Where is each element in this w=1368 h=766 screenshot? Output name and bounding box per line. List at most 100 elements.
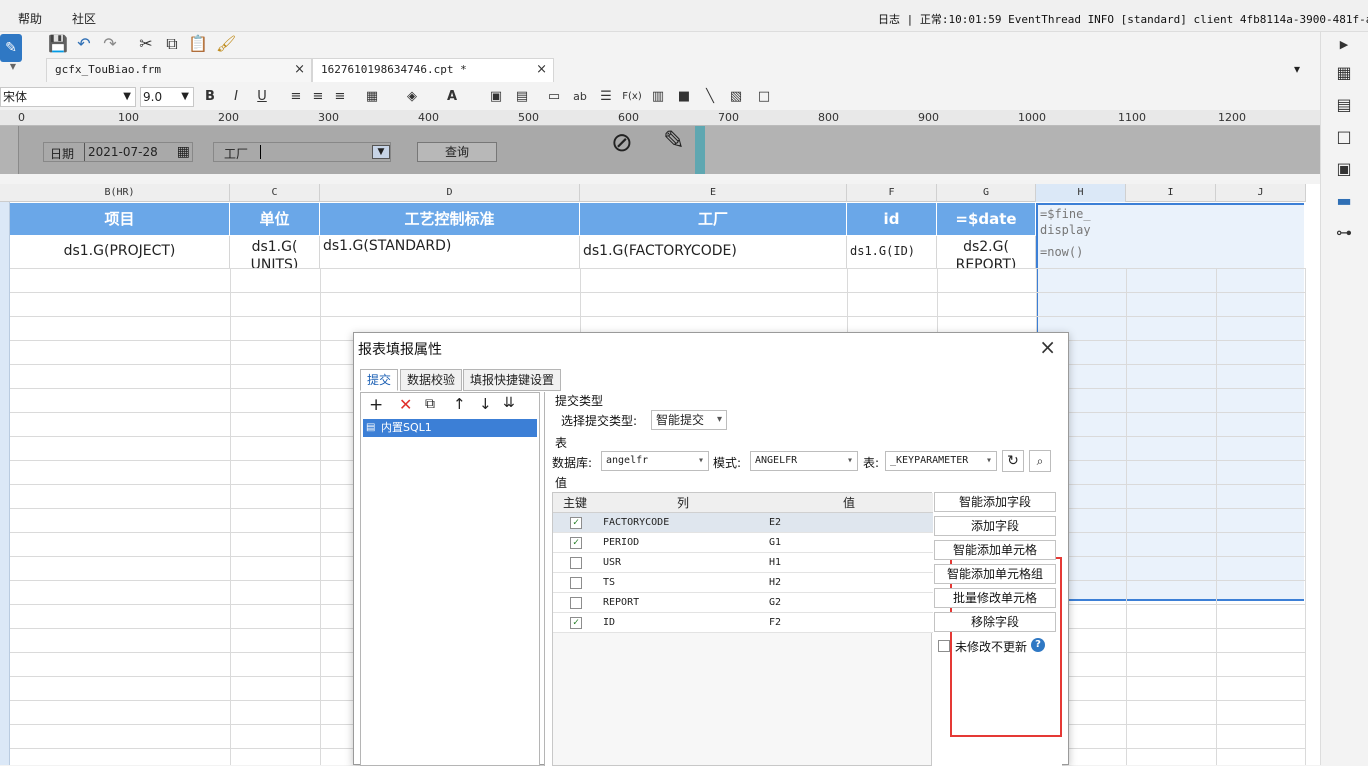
row-value[interactable]: H2: [769, 573, 781, 593]
tab-menu-icon[interactable]: ▾: [1294, 62, 1300, 76]
query-button[interactable]: 查询: [417, 142, 497, 162]
tab-frm[interactable]: gcfx_TouBiao.frm ×: [46, 58, 312, 82]
column-header[interactable]: D: [320, 184, 580, 202]
table-row[interactable]: USR H1: [553, 553, 933, 573]
header-cell[interactable]: 工艺控制标准: [320, 203, 580, 235]
link-icon[interactable]: ▭: [544, 87, 564, 107]
italic-button[interactable]: I: [226, 87, 246, 107]
data-cell[interactable]: ds1.G(STANDARD): [320, 236, 580, 268]
tab-validation[interactable]: 数据校验: [400, 369, 463, 391]
no-update-checkbox[interactable]: [938, 640, 950, 652]
row-value[interactable]: G2: [769, 593, 781, 613]
float-attr-icon[interactable]: □: [1333, 126, 1355, 148]
header-cell[interactable]: 工厂: [580, 203, 847, 235]
checkbox[interactable]: [570, 597, 582, 609]
delete-icon[interactable]: ✕: [399, 395, 412, 414]
column-header[interactable]: F: [847, 184, 937, 202]
cell-selection[interactable]: [1036, 203, 1304, 601]
table-row[interactable]: ✓ PERIOD G1: [553, 533, 933, 553]
submit-type-select[interactable]: 智能提交 ▾: [651, 410, 727, 430]
tab-submit[interactable]: 提交: [360, 369, 399, 391]
form-attr-icon[interactable]: ▤: [1333, 94, 1355, 116]
align-center-icon[interactable]: ≡: [308, 87, 328, 107]
subreport-icon[interactable]: ▧: [726, 87, 746, 107]
column-header[interactable]: H: [1036, 184, 1126, 202]
close-icon[interactable]: ×: [1039, 335, 1056, 359]
column-header[interactable]: E: [580, 184, 847, 202]
save-icon[interactable]: 💾: [48, 34, 68, 54]
header-cell[interactable]: 单位: [230, 203, 320, 235]
tree-item-sql[interactable]: ▤ 内置SQL1: [363, 419, 537, 437]
row-value[interactable]: G1: [769, 533, 781, 553]
slash-icon[interactable]: ╲: [700, 87, 720, 107]
smart-add-cell-button[interactable]: 智能添加单元格: [934, 540, 1056, 560]
underline-button[interactable]: U: [252, 87, 272, 107]
data-cell[interactable]: ds1.G(FACTORYCODE): [580, 236, 847, 268]
formula-icon[interactable]: F(x): [620, 87, 644, 107]
cell-attr-icon[interactable]: ▦: [1333, 62, 1355, 84]
add-icon[interactable]: +: [369, 395, 383, 415]
preview-icon[interactable]: ⌕: [1029, 450, 1051, 472]
menu-community[interactable]: 社区: [72, 10, 96, 27]
move-down-icon[interactable]: ↓: [479, 395, 492, 413]
copy-icon[interactable]: ⧉: [425, 396, 435, 412]
expand-arrow-icon[interactable]: ▶: [1333, 34, 1355, 56]
table-row[interactable]: ✓ ID F2: [553, 613, 933, 633]
mode-select[interactable]: ANGELFR ▾: [750, 451, 858, 471]
column-header[interactable]: I: [1126, 184, 1216, 202]
widget-attr-icon[interactable]: ▣: [1333, 158, 1355, 180]
column-header[interactable]: C: [230, 184, 320, 202]
edit-pencil-icon[interactable]: ✎: [663, 126, 685, 156]
align-right-icon[interactable]: ≡: [330, 87, 350, 107]
batch-modify-cell-button[interactable]: 批量修改单元格: [934, 588, 1056, 608]
font-size-select[interactable]: 9.0 ▼: [140, 87, 194, 107]
date-field[interactable]: 2021-07-28: [84, 143, 164, 161]
sort-icon[interactable]: ⇊: [503, 395, 515, 411]
designer-logo-icon[interactable]: ✎ ▼: [0, 34, 26, 74]
refresh-icon[interactable]: ↻: [1002, 450, 1024, 472]
table-row[interactable]: REPORT G2: [553, 593, 933, 613]
factory-widget[interactable]: 工厂 ▼: [213, 142, 391, 162]
checkbox[interactable]: [570, 557, 582, 569]
remove-field-button[interactable]: 移除字段: [934, 612, 1056, 632]
row-value[interactable]: F2: [769, 613, 781, 633]
data-cell[interactable]: ds1.G(PROJECT): [10, 236, 230, 268]
header-cell[interactable]: id: [847, 203, 937, 235]
data-cell[interactable]: ds2.G( REPORT): [937, 236, 1036, 268]
column-header[interactable]: G: [937, 184, 1036, 202]
undo-icon[interactable]: ↶: [74, 34, 94, 54]
header-cell[interactable]: =$date: [937, 203, 1036, 235]
db-select[interactable]: angelfr ▾: [601, 451, 709, 471]
smart-add-cell-group-button[interactable]: 智能添加单元格组: [934, 564, 1056, 584]
formula-cell[interactable]: =$fine_ display: [1040, 206, 1120, 236]
checkbox-checked[interactable]: ✓: [570, 537, 582, 549]
checkbox[interactable]: [570, 577, 582, 589]
bold-button[interactable]: B: [200, 87, 220, 107]
menu-help[interactable]: 帮助: [18, 10, 42, 27]
copy-icon[interactable]: ⧉: [162, 34, 182, 54]
dropdown-icon[interactable]: ▼: [372, 145, 390, 159]
add-field-button[interactable]: 添加字段: [934, 516, 1056, 536]
table-row[interactable]: TS H2: [553, 573, 933, 593]
tab-cpt[interactable]: 1627610198634746.cpt * ×: [312, 58, 554, 82]
richtext-icon[interactable]: ☰: [596, 87, 616, 107]
column-header[interactable]: B(HR): [10, 184, 230, 202]
help-icon[interactable]: ?: [1031, 638, 1045, 652]
table-row[interactable]: ✓ FACTORYCODE E2: [553, 513, 933, 533]
float-element-icon[interactable]: □: [754, 87, 774, 107]
data-cell[interactable]: ds1.G( UNITS): [230, 236, 320, 268]
grid-icon[interactable]: ▤: [512, 87, 532, 107]
smart-add-field-button[interactable]: 智能添加字段: [934, 492, 1056, 512]
font-family-select[interactable]: 宋体 ▼: [0, 87, 136, 107]
align-left-icon[interactable]: ≡: [286, 87, 306, 107]
chart-icon[interactable]: ▥: [648, 87, 668, 107]
fill-color-icon[interactable]: ◈: [402, 87, 422, 107]
calendar-icon[interactable]: ▦: [177, 144, 190, 160]
redo-icon[interactable]: ↷: [100, 34, 120, 54]
condition-attr-icon[interactable]: ▬: [1333, 190, 1355, 212]
hyperlink-icon[interactable]: ⊶: [1333, 222, 1355, 244]
date-widget[interactable]: 日期 2021-07-28 ▦: [43, 142, 193, 162]
checkbox-checked[interactable]: ✓: [570, 617, 582, 629]
data-cell[interactable]: ds1.G(ID): [847, 236, 937, 268]
column-header[interactable]: J: [1216, 184, 1306, 202]
